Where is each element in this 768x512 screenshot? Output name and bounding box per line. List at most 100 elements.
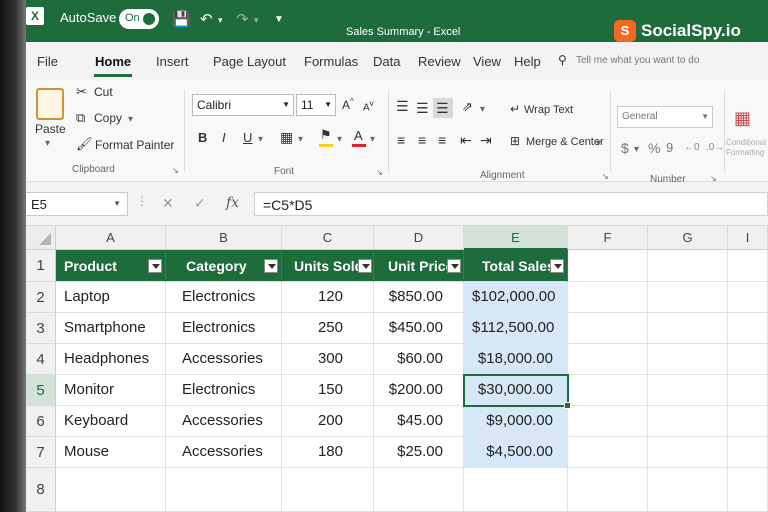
row-header-2[interactable]: 2 [26,282,56,313]
autosave-toggle[interactable]: On [119,9,159,29]
empty-cell[interactable] [728,468,768,512]
paste-dropdown-icon[interactable]: ▾ [45,138,50,149]
cancel-icon[interactable]: ✕ [162,195,174,212]
unit-price-cell[interactable]: $45.00 [374,406,464,437]
empty-cell[interactable] [728,437,768,468]
empty-cell[interactable] [568,344,648,375]
select-all-corner[interactable] [26,226,56,250]
header-cell-product[interactable]: Product [56,250,166,282]
copy-icon[interactable]: ⧉ [76,110,85,126]
empty-cell[interactable] [728,344,768,375]
number-format-select[interactable]: General ▼ [617,106,713,128]
align-right-icon[interactable]: ≡ [438,132,446,148]
tab-formulas[interactable]: Formulas [304,54,358,69]
empty-cell[interactable] [568,282,648,313]
row-header-3[interactable]: 3 [26,313,56,344]
column-header-e[interactable]: E [464,226,568,250]
conditional-formatting-icon[interactable]: ▦ [734,108,751,129]
cut-button[interactable]: Cut [94,85,113,99]
unit-price-cell[interactable]: $25.00 [374,437,464,468]
clipboard-launcher-icon[interactable]: ↘ [172,166,179,175]
fill-color-icon[interactable]: ⚑ [320,127,332,143]
italic-button[interactable]: I [222,130,226,145]
merge-dropdown-icon[interactable]: ▾ [596,138,601,149]
align-center-icon[interactable]: ≡ [418,132,426,148]
units-sold-cell[interactable]: 250 [282,313,374,344]
units-sold-cell[interactable]: 200 [282,406,374,437]
format-painter-icon[interactable]: 🖌 [76,136,93,152]
insert-function-icon[interactable]: fx [226,195,239,211]
row-header-4[interactable]: 4 [26,344,56,375]
row-header-8[interactable]: 8 [26,468,56,512]
empty-cell[interactable] [648,406,728,437]
conditional-formatting-button[interactable]: Conditional Formatting [726,138,768,158]
underline-dropdown-icon[interactable]: ▾ [258,134,263,145]
total-sales-cell[interactable]: $102,000.00 [464,282,568,313]
wrap-text-icon[interactable]: ↵ [510,102,520,116]
fill-color-dropdown-icon[interactable]: ▾ [337,134,342,145]
unit-price-cell[interactable]: $850.00 [374,282,464,313]
total-sales-cell[interactable]: $18,000.00 [464,344,568,375]
empty-cell[interactable] [648,375,728,406]
decrease-decimal-icon[interactable]: .0→ [706,142,724,153]
increase-indent-icon[interactable]: ⇥ [480,132,492,149]
header-cell-units-sold[interactable]: Units Sold [282,250,374,282]
empty-cell[interactable] [282,468,374,512]
redo-icon[interactable]: ↷ [236,10,249,28]
total-sales-cell[interactable]: $112,500.00 [464,313,568,344]
unit-price-cell[interactable]: $450.00 [374,313,464,344]
font-color-dropdown-icon[interactable]: ▾ [370,134,375,145]
name-box[interactable]: E5 ▼ [22,192,128,216]
tab-file[interactable]: File [37,54,58,69]
category-cell[interactable]: Accessories [166,406,282,437]
row-header-1[interactable]: 1 [26,250,56,282]
orientation-icon[interactable]: ⇗ [462,99,473,115]
product-cell[interactable]: Monitor [56,375,166,406]
empty-cell[interactable] [568,406,648,437]
decrease-indent-icon[interactable]: ⇤ [460,132,472,149]
redo-dropdown-icon[interactable]: ▾ [254,15,259,26]
empty-cell[interactable] [464,468,568,512]
empty-cell[interactable] [728,406,768,437]
merge-center-button[interactable]: Merge & Center [526,136,604,148]
category-cell[interactable]: Accessories [166,437,282,468]
tab-review[interactable]: Review [418,54,461,69]
unit-price-cell[interactable]: $200.00 [374,375,464,406]
font-launcher-icon[interactable]: ↘ [376,168,383,177]
empty-cell[interactable] [568,468,648,512]
product-cell[interactable]: Mouse [56,437,166,468]
font-color-icon[interactable]: A [354,128,363,143]
empty-cell[interactable] [728,250,768,282]
row-header-7[interactable]: 7 [26,437,56,468]
row-header-6[interactable]: 6 [26,406,56,437]
save-icon[interactable]: 💾 [172,10,191,28]
tab-help[interactable]: Help [514,54,541,69]
font-size-select[interactable]: 11 ▼ [296,94,336,116]
empty-cell[interactable] [648,282,728,313]
tell-me-box[interactable]: Tell me what you want to do [576,55,699,66]
column-header-d[interactable]: D [374,226,464,250]
increase-decimal-icon[interactable]: ←0 [684,142,700,153]
category-cell[interactable]: Electronics [166,313,282,344]
align-top-icon[interactable]: ☰ [396,98,409,115]
category-cell[interactable]: Electronics [166,282,282,313]
increase-font-size-icon[interactable]: A^ [342,97,354,112]
alignment-launcher-icon[interactable]: ↘ [602,172,609,181]
header-cell-category[interactable]: Category [166,250,282,282]
empty-cell[interactable] [568,313,648,344]
paste-button[interactable]: Paste [35,122,66,136]
paste-icon[interactable] [36,88,64,120]
units-sold-cell[interactable]: 150 [282,375,374,406]
row-header-5[interactable]: 5 [26,375,56,406]
empty-cell[interactable] [728,375,768,406]
empty-cell[interactable] [728,282,768,313]
merge-center-icon[interactable]: ⊞ [510,134,520,148]
font-name-select[interactable]: Calibri ▼ [192,94,294,116]
column-header-a[interactable]: A [56,226,166,250]
empty-cell[interactable] [648,344,728,375]
percent-format-button[interactable]: % [648,140,660,156]
empty-cell[interactable] [374,468,464,512]
empty-cell[interactable] [648,250,728,282]
empty-cell[interactable] [568,437,648,468]
filter-dropdown-icon[interactable] [358,259,372,273]
